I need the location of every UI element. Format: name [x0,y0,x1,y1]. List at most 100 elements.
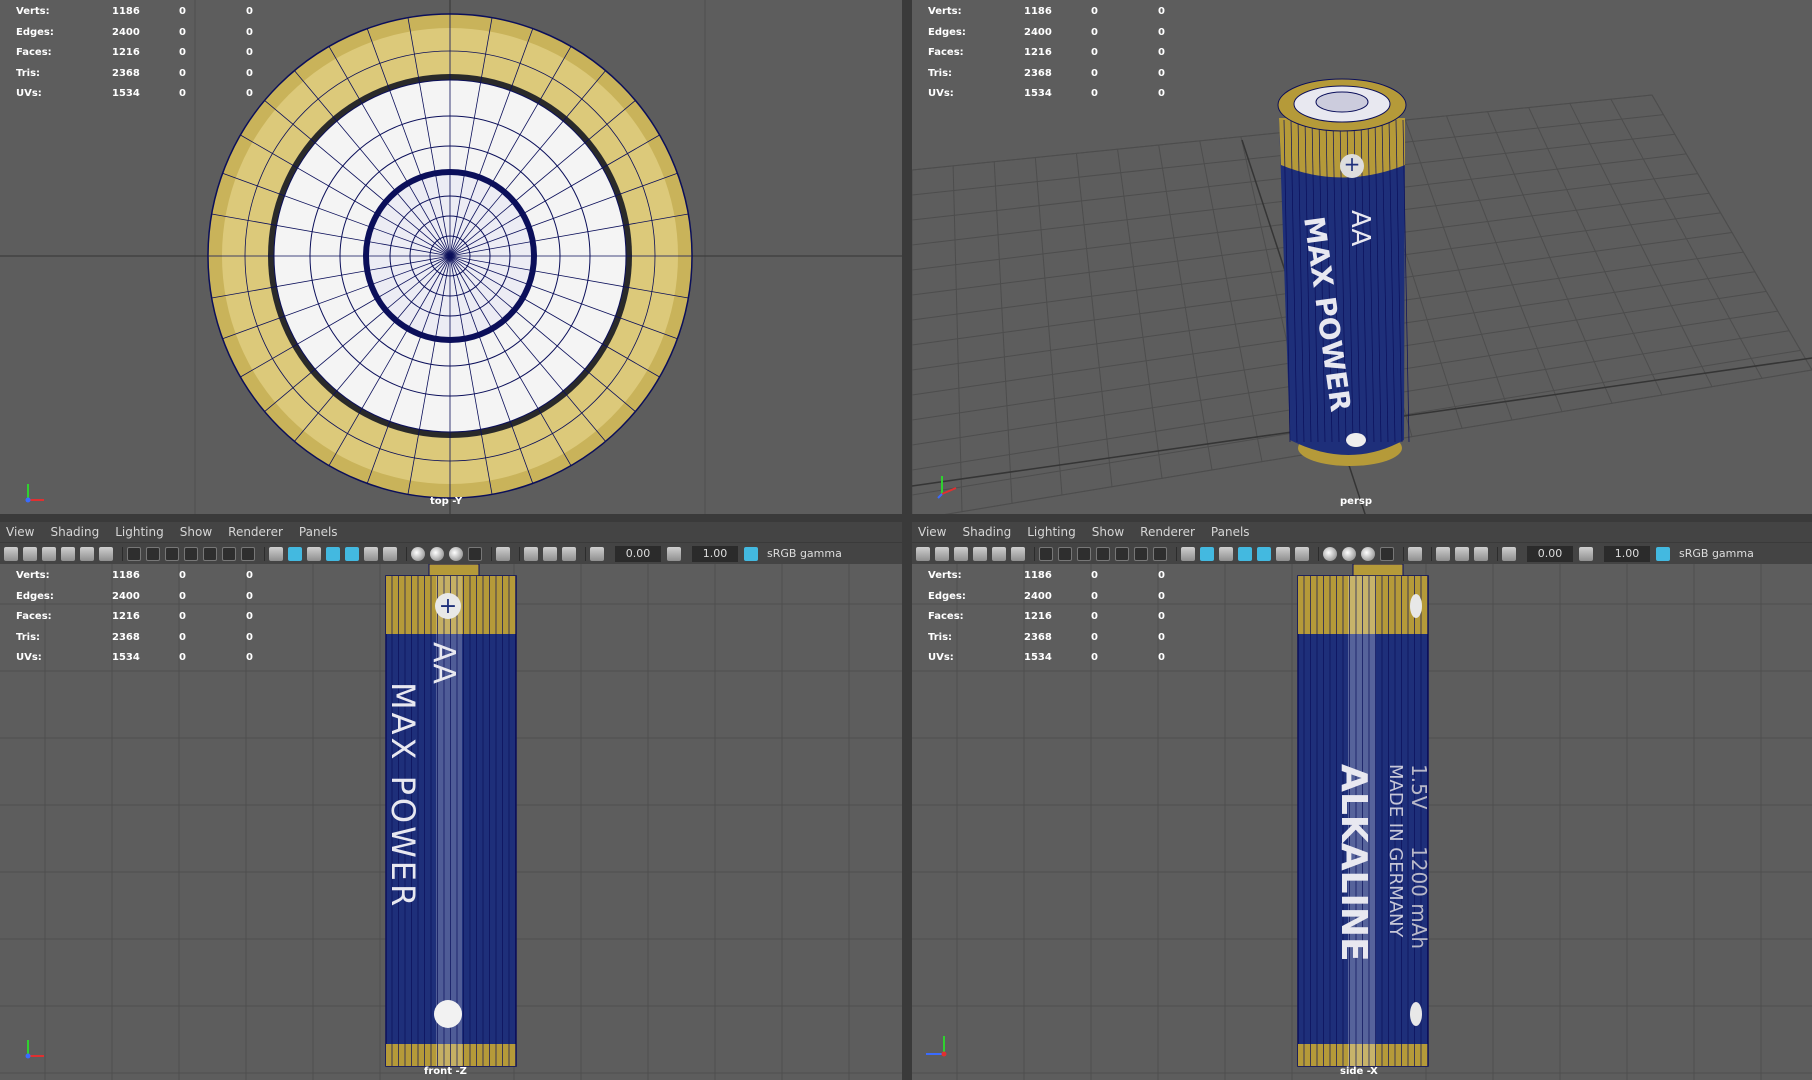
bookmark-icon[interactable] [42,546,56,561]
xray-components-icon[interactable] [1474,546,1488,561]
exposure-field[interactable]: 0.00 [615,545,661,562]
top-viewport[interactable]: Verts: 1186 0 0 Edges: 2400 0 0 Faces: 1216 0 0 Tris… [0,0,902,514]
anti-aliasing-icon[interactable] [449,546,463,561]
hud-label: UVs: [16,652,42,663]
gamma-icon[interactable] [667,546,681,561]
hud-row: Verts: 1186 0 0 [16,2,313,23]
xray-joints-icon[interactable] [1455,546,1469,561]
film-gate-icon[interactable] [1058,546,1072,561]
hud-value: 1216 [112,611,140,622]
bookmark-icon[interactable] [954,546,968,561]
camera-icon[interactable] [916,546,930,561]
front-viewport[interactable]: + AA MAX POWER Verts: 1186 0 0 Edges: 2400 0 0 F… [0,564,902,1080]
gate-mask-icon[interactable] [1096,546,1110,561]
isolate-select-icon[interactable] [496,546,510,561]
anti-aliasing-icon[interactable] [1361,546,1375,561]
grease-pencil-icon[interactable] [1011,546,1025,561]
shadows-icon[interactable] [1295,546,1309,561]
ambient-occlusion-icon[interactable] [411,546,425,561]
field-chart-icon[interactable] [1115,546,1129,561]
menu-lighting[interactable]: Lighting [1027,525,1076,539]
safe-title-icon[interactable] [1153,546,1167,561]
view-transform-label[interactable]: sRGB gamma [1679,547,1754,560]
exposure-field[interactable]: 0.00 [1527,545,1573,562]
menu-panels[interactable]: Panels [299,525,338,539]
menu-lighting[interactable]: Lighting [115,525,164,539]
xray-components-icon[interactable] [562,546,576,561]
pan-zoom-icon[interactable] [80,546,94,561]
image-plane-icon[interactable] [61,546,75,561]
menu-panels[interactable]: Panels [1211,525,1250,539]
camera-attributes-icon[interactable] [935,546,949,561]
menu-show[interactable]: Show [1092,525,1124,539]
hud-value: 1534 [1024,652,1052,663]
shadows-icon[interactable] [383,546,397,561]
lights-icon[interactable] [1276,546,1290,561]
exposure-icon[interactable] [590,546,604,561]
safe-action-icon[interactable] [222,546,236,561]
front-viewport-panel[interactable]: View Shading Lighting Show Renderer Pane… [0,522,902,1080]
default-material-icon[interactable] [307,546,321,561]
image-plane-icon[interactable] [973,546,987,561]
grid-icon[interactable] [1039,546,1053,561]
hud-value-3: 0 [246,590,253,602]
ambient-occlusion-icon[interactable] [1323,546,1337,561]
lights-icon[interactable] [364,546,378,561]
depth-of-field-icon[interactable] [468,546,482,561]
safe-title-icon[interactable] [241,546,255,561]
hud-value-3: 0 [246,88,253,99]
gamma-icon[interactable] [1579,546,1593,561]
resolution-gate-icon[interactable] [165,546,179,561]
textured-icon[interactable] [1257,546,1271,561]
menu-shading[interactable]: Shading [962,525,1011,539]
motion-blur-icon[interactable] [430,546,444,561]
menu-view[interactable]: View [918,525,946,539]
menu-renderer[interactable]: Renderer [1140,525,1195,539]
xray-icon[interactable] [1436,546,1450,561]
exposure-icon[interactable] [1502,546,1516,561]
xray-icon[interactable] [524,546,538,561]
menu-show[interactable]: Show [180,525,212,539]
gate-mask-icon[interactable] [184,546,198,561]
isolate-select-icon[interactable] [1408,546,1422,561]
camera-attributes-icon[interactable] [23,546,37,561]
depth-of-field-icon[interactable] [1380,546,1394,561]
side-viewport[interactable]: ALKALINE MADE IN GERMANY 1.5V 1200 mAh V… [912,564,1812,1080]
top-viewport-panel[interactable]: Verts: 1186 0 0 Edges: 2400 0 0 Faces: 1216 0 0 Tris… [0,0,902,514]
color-management-icon[interactable] [744,546,758,561]
grid-icon[interactable] [127,546,141,561]
film-gate-icon[interactable] [146,546,160,561]
hud-label: Tris: [928,67,953,79]
color-management-icon[interactable] [1656,546,1670,561]
hud-value-2: 0 [179,6,186,17]
safe-action-icon[interactable] [1134,546,1148,561]
hud-value-3: 0 [1158,6,1165,17]
menu-shading[interactable]: Shading [50,525,99,539]
camera-icon[interactable] [4,546,18,561]
menu-view[interactable]: View [6,525,34,539]
field-chart-icon[interactable] [203,546,217,561]
hud-value-2: 0 [179,47,186,58]
gamma-field[interactable]: 1.00 [692,545,738,562]
persp-viewport[interactable]: + AA MAX POWER Verts: 1186 0 0 Edges: 2400 0 0 F… [912,0,1812,514]
motion-blur-icon[interactable] [1342,546,1356,561]
smooth-shade-icon[interactable] [288,546,302,561]
xray-joints-icon[interactable] [543,546,557,561]
textured-icon[interactable] [345,546,359,561]
pan-zoom-icon[interactable] [992,546,1006,561]
wireframe-icon[interactable] [1181,546,1195,561]
wireframe-icon[interactable] [269,546,283,561]
resolution-gate-icon[interactable] [1077,546,1091,561]
wireframe-on-shaded-icon[interactable] [1238,546,1252,561]
hud-value-2: 0 [179,611,186,622]
view-transform-label[interactable]: sRGB gamma [767,547,842,560]
hud-value: 2368 [112,67,140,79]
gamma-field[interactable]: 1.00 [1604,545,1650,562]
persp-viewport-panel[interactable]: + AA MAX POWER Verts: 1186 0 0 Edges: 2400 0 0 F… [912,0,1812,514]
default-material-icon[interactable] [1219,546,1233,561]
smooth-shade-icon[interactable] [1200,546,1214,561]
menu-renderer[interactable]: Renderer [228,525,283,539]
wireframe-on-shaded-icon[interactable] [326,546,340,561]
side-viewport-panel[interactable]: View Shading Lighting Show Renderer Pane… [912,522,1812,1080]
grease-pencil-icon[interactable] [99,546,113,561]
